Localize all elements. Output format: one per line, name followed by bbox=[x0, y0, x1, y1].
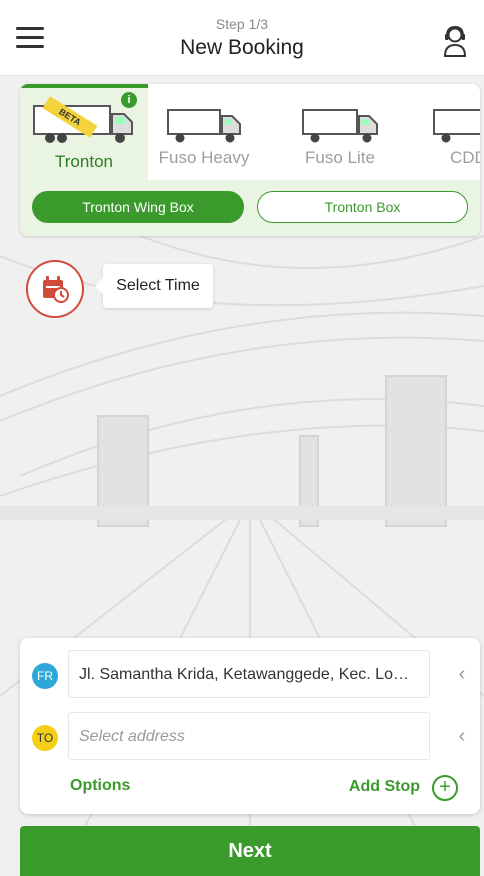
hamburger-menu-icon[interactable] bbox=[16, 27, 44, 51]
step-indicator: Step 1/3 bbox=[215, 15, 269, 32]
vehicle-selector-card: BETA i Tronton Fuso Heavy Fuso Lite CD T… bbox=[20, 84, 480, 236]
dropoff-address-field[interactable]: Select address bbox=[68, 712, 430, 760]
options-link[interactable]: Options bbox=[70, 777, 130, 795]
dropoff-row: TO Select address ‹ bbox=[32, 712, 472, 760]
truck-icon bbox=[302, 109, 378, 143]
vehicle-list[interactable]: BETA i Tronton Fuso Heavy Fuso Lite CD bbox=[20, 84, 480, 180]
info-icon[interactable]: i bbox=[121, 92, 137, 108]
vehicle-label-fuso-heavy: Fuso Heavy bbox=[158, 148, 250, 167]
from-badge: FR bbox=[32, 663, 58, 689]
vehicle-item-tronton[interactable]: BETA i Tronton bbox=[20, 84, 148, 180]
truck-icon bbox=[167, 109, 241, 143]
calendar-clock-icon bbox=[43, 276, 69, 303]
vehicle-item-cdd[interactable]: CDD bbox=[428, 84, 480, 180]
pickup-address-field[interactable]: Jl. Samantha Krida, Ketawanggede, Kec. L… bbox=[68, 650, 430, 698]
subtype-tronton-wing-box-button[interactable]: Tronton Wing Box bbox=[32, 191, 244, 223]
vehicle-label-cdd: CDD bbox=[450, 148, 480, 167]
vehicle-label-tronton: Tronton bbox=[55, 152, 113, 171]
truck-icon bbox=[433, 109, 480, 143]
select-time-button[interactable] bbox=[26, 260, 84, 318]
add-stop-link[interactable]: Add Stop bbox=[349, 778, 420, 796]
page-title: New Booking bbox=[180, 35, 304, 59]
subtype-tronton-box-button[interactable]: Tronton Box bbox=[257, 191, 468, 223]
vehicle-item-fuso-lite[interactable]: Fuso Lite bbox=[280, 84, 400, 180]
chevron-left-icon[interactable]: ‹ bbox=[452, 664, 472, 684]
next-button[interactable]: Next bbox=[20, 826, 480, 876]
app-header: Step 1/3 New Booking bbox=[0, 0, 484, 76]
customer-support-icon[interactable] bbox=[440, 24, 470, 58]
chevron-left-icon[interactable]: ‹ bbox=[452, 726, 472, 746]
header-titles: Step 1/3 New Booking bbox=[180, 16, 304, 60]
to-badge: TO bbox=[32, 725, 58, 751]
pickup-row: FR Jl. Samantha Krida, Ketawanggede, Kec… bbox=[32, 650, 472, 698]
vehicle-label-fuso-lite: Fuso Lite bbox=[305, 148, 375, 167]
select-time-label[interactable]: Select Time bbox=[95, 264, 213, 308]
plus-circle-icon[interactable]: + bbox=[432, 775, 458, 801]
vehicle-item-fuso-heavy[interactable]: Fuso Heavy bbox=[148, 84, 260, 180]
vehicle-subtype-toggle: Tronton Wing Box Tronton Box bbox=[32, 191, 468, 223]
route-card: FR Jl. Samantha Krida, Ketawanggede, Kec… bbox=[20, 638, 480, 814]
